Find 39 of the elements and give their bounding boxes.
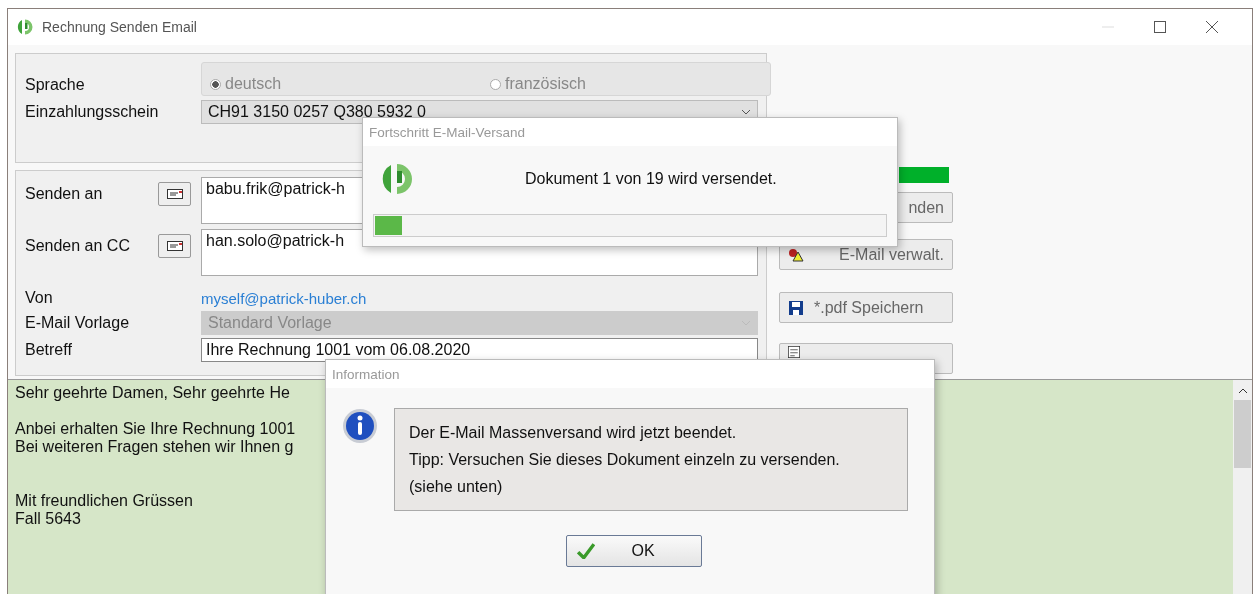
field-label: Einzahlungsschein	[25, 103, 160, 121]
scroll-up-icon[interactable]	[1237, 388, 1248, 394]
message-text: Der E-Mail Massenversand wird jetzt beendet.	[409, 423, 738, 443]
person-warning-icon	[788, 246, 804, 263]
address-book-button[interactable]	[158, 234, 191, 258]
body-text-line: Bei weiteren Fragen stehen wir Ihnen g	[15, 438, 294, 456]
info-icon	[342, 408, 378, 444]
field-label: Senden an	[25, 184, 104, 203]
envelope-icon	[166, 189, 183, 199]
field-label: Sprache	[25, 76, 86, 95]
close-icon[interactable]	[1206, 21, 1218, 33]
dialog-title: Fortschritt E-Mail-Versand	[363, 118, 897, 146]
field-label: Von	[25, 289, 54, 307]
check-icon	[577, 543, 595, 559]
message-text: Tipp: Versuchen Sie dieses Dokument einzeln zu versenden.	[409, 450, 841, 470]
body-text-line: Sehr geehrte Damen, Sehr geehrte He	[15, 384, 290, 402]
option-label: deutsch	[225, 75, 282, 93]
option-label: französisch	[505, 75, 586, 93]
status-indicator	[899, 167, 949, 183]
window-title: Rechnung Senden Email	[42, 19, 197, 35]
sender-email-link[interactable]: myself@patrick-huber.ch	[201, 289, 367, 307]
envelope-icon	[166, 241, 183, 251]
field-label: Senden an CC	[25, 236, 131, 255]
address-book-button[interactable]	[158, 182, 191, 206]
message-text: (siehe unten)	[409, 477, 504, 497]
body-text-line: Anbei erhalten Sie Ihre Rechnung 1001	[15, 420, 296, 438]
body-text-line: Mit freundlichen Grüssen	[15, 492, 193, 510]
field-label: Betreff	[25, 340, 73, 359]
scroll-thumb[interactable]	[1234, 400, 1251, 468]
dialog-title: Information	[326, 360, 934, 388]
ok-button[interactable]: OK	[566, 535, 702, 567]
chevron-down-icon	[741, 109, 751, 115]
maximize-icon[interactable]	[1154, 21, 1166, 33]
progress-message: Dokument 1 von 19 wird versendet.	[525, 170, 777, 188]
scrollbar[interactable]	[1233, 380, 1252, 594]
body-text-line: Fall 5643	[15, 510, 81, 528]
save-button[interactable]: *.pdf Speichern	[779, 292, 953, 323]
subject-field[interactable]: Ihre Rechnung 1001 vom 06.08.2020	[201, 337, 758, 362]
field-label: E-Mail Vorlage	[25, 313, 131, 332]
